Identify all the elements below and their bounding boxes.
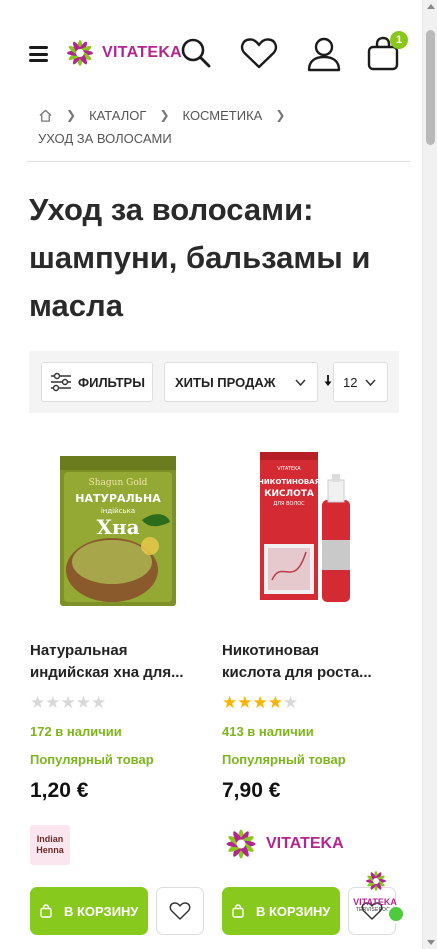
star-empty-icon: ★ bbox=[75, 693, 91, 712]
scroll-down-arrow-icon[interactable] bbox=[427, 940, 435, 945]
product-name[interactable]: Натуральная индийская хна для... bbox=[30, 640, 208, 684]
logo-text: VITATEKA bbox=[102, 44, 183, 61]
brand-logo[interactable]: VITATEKA bbox=[222, 825, 344, 863]
star-filled-icon: ★ bbox=[237, 693, 253, 712]
pack-line2-text: індійська bbox=[101, 507, 135, 515]
sort-direction-icon[interactable] bbox=[324, 375, 332, 387]
search-icon[interactable] bbox=[180, 36, 212, 70]
sort-select[interactable]: ХИТЫ ПРОДАЖ bbox=[164, 362, 318, 402]
cart-count-badge: 1 bbox=[390, 31, 408, 49]
star-filled-icon: ★ bbox=[252, 693, 268, 712]
online-status-dot bbox=[387, 905, 405, 923]
page-title: Уход за волосами: шампуни, бальзамы и ма… bbox=[29, 192, 371, 323]
breadcrumb: ❯ КАТАЛОГ ❯ КОСМЕТИКА ❯ УХОД ЗА ВОЛОСАМИ bbox=[38, 104, 368, 150]
brand-logo-line1: Indian bbox=[36, 834, 64, 844]
product-price: 7,90 € bbox=[222, 779, 281, 802]
add-to-cart-button[interactable]: В КОРЗИНУ bbox=[222, 887, 340, 935]
scroll-up-arrow-icon[interactable] bbox=[427, 4, 435, 9]
add-to-cart-label: В КОРЗИНУ bbox=[64, 903, 139, 919]
product-image[interactable]: VITATEKA НИКОТИНОВАЯ КИСЛОТА ДЛЯ ВОЛОС bbox=[222, 440, 402, 620]
menu-icon[interactable] bbox=[29, 46, 48, 62]
stock-status: 172 в наличии bbox=[30, 724, 122, 739]
heart-icon[interactable] bbox=[240, 36, 278, 70]
product-name-line2: индийская хна для... bbox=[30, 664, 184, 681]
star-filled-icon: ★ bbox=[267, 693, 283, 712]
scrollbar[interactable] bbox=[422, 0, 437, 949]
pack-line3-text: ДЛЯ ВОЛОС bbox=[273, 501, 305, 507]
product-image[interactable]: Shagun Gold НАТУРАЛЬНА індійська Хна bbox=[30, 440, 210, 620]
stock-status: 413 в наличии bbox=[222, 724, 314, 739]
scrollbar-thumb[interactable] bbox=[426, 30, 435, 145]
pack-line2-text: КИСЛОТА bbox=[264, 489, 314, 499]
pack-brand-text: VITATEKA bbox=[277, 466, 301, 472]
catalog-toolbar: ФИЛЬТРЫ ХИТЫ ПРОДАЖ 12 bbox=[29, 351, 399, 413]
wishlist-button[interactable] bbox=[156, 887, 204, 935]
filter-button[interactable]: ФИЛЬТРЫ bbox=[41, 362, 153, 402]
per-page-value: 12 bbox=[343, 374, 358, 390]
star-empty-icon: ★ bbox=[30, 693, 46, 712]
chevron-right-icon: ❯ bbox=[66, 108, 77, 122]
star-empty-icon: ★ bbox=[60, 693, 76, 712]
pack-line3-text: Хна bbox=[96, 515, 139, 539]
breadcrumb-catalog[interactable]: КАТАЛОГ bbox=[89, 104, 146, 127]
brand-logo[interactable]: Indian Henna bbox=[30, 825, 70, 865]
chat-widget-button[interactable]: VITATEKA TERVISEPOOD bbox=[352, 864, 406, 926]
logo-flower-icon bbox=[366, 871, 386, 891]
popular-badge: Популярный товар bbox=[222, 752, 346, 767]
page: VITATEKA 1 ❯ КАТАЛОГ ❯ КОСМЕТИКА ❯ УХОД … bbox=[0, 0, 422, 949]
site-header: VITATEKA bbox=[0, 22, 422, 86]
chevron-down-icon bbox=[295, 379, 306, 387]
user-icon[interactable] bbox=[306, 36, 342, 72]
pack-line1-text: НАТУРАЛЬНА bbox=[75, 492, 161, 505]
product-name-line1: Натуральная bbox=[30, 642, 128, 659]
rating-stars: ★ ★ ★ ★ ★ bbox=[30, 694, 106, 711]
add-to-cart-label: В КОРЗИНУ bbox=[256, 903, 331, 919]
star-empty-icon: ★ bbox=[283, 693, 299, 712]
star-filled-icon: ★ bbox=[222, 693, 238, 712]
star-empty-icon: ★ bbox=[91, 693, 107, 712]
product-name-line2: кислота для роста... bbox=[222, 664, 372, 681]
filter-label: ФИЛЬТРЫ bbox=[78, 374, 145, 390]
pack-brand-text: Shagun Gold bbox=[89, 478, 148, 488]
product-name-line1: Никотиновая bbox=[222, 642, 320, 659]
filter-sliders-icon bbox=[51, 372, 71, 392]
popular-badge: Популярный товар bbox=[30, 752, 154, 767]
rating-stars: ★ ★ ★ ★ ★ bbox=[222, 694, 298, 711]
sort-value: ХИТЫ ПРОДАЖ bbox=[175, 374, 276, 390]
pack-line1-text: НИКОТИНОВАЯ bbox=[258, 478, 320, 486]
logo-flower-icon bbox=[67, 40, 93, 66]
brand-logo-line2: Henna bbox=[36, 845, 64, 855]
chevron-right-icon: ❯ bbox=[159, 108, 170, 122]
brand-logo-text: VITATEKA bbox=[266, 835, 344, 852]
logo-flower-icon bbox=[226, 829, 256, 859]
site-logo[interactable]: VITATEKA bbox=[63, 36, 182, 70]
breadcrumb-current: УХОД ЗА ВОЛОСАМИ bbox=[38, 131, 172, 146]
chevron-right-icon: ❯ bbox=[275, 108, 286, 122]
product-name[interactable]: Никотиновая кислота для роста... bbox=[222, 640, 400, 684]
chevron-down-icon bbox=[365, 379, 376, 387]
star-empty-icon: ★ bbox=[45, 693, 61, 712]
bag-icon bbox=[40, 904, 52, 918]
product-price: 1,20 € bbox=[30, 779, 89, 802]
breadcrumb-cosmetics[interactable]: КОСМЕТИКА bbox=[183, 104, 263, 127]
divider bbox=[27, 161, 411, 162]
heart-icon bbox=[169, 902, 191, 920]
bag-icon bbox=[232, 904, 244, 918]
home-icon[interactable] bbox=[38, 108, 53, 123]
per-page-select[interactable]: 12 bbox=[333, 362, 388, 402]
add-to-cart-button[interactable]: В КОРЗИНУ bbox=[30, 887, 148, 935]
